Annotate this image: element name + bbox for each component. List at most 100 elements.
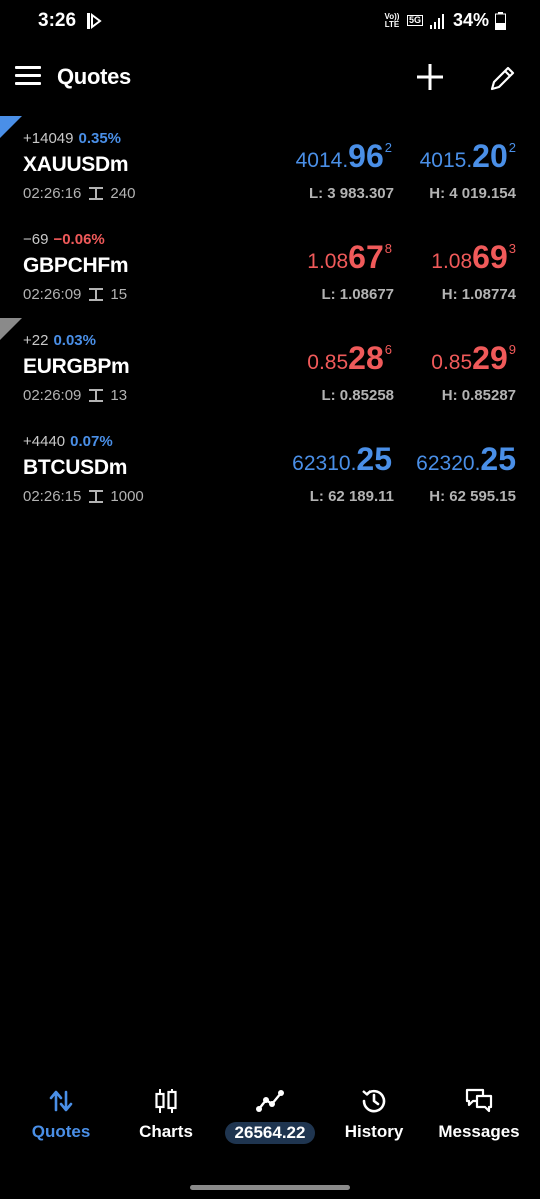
selection-marker xyxy=(0,318,22,340)
ask-price: 0.85299 xyxy=(431,340,516,377)
bid-price-pips: 25 xyxy=(356,441,392,477)
nav-history-label: History xyxy=(344,1122,404,1141)
quote-time: 02:26:09 xyxy=(23,387,82,404)
media-notification-icon xyxy=(87,13,102,29)
ask-price: 62320.25 xyxy=(416,441,516,478)
quote-row-xauusdm[interactable]: +14049 0.35% XAUUSDm 02:26:16 240 4014.96… xyxy=(0,116,540,217)
nav-charts[interactable]: Charts xyxy=(112,1078,220,1158)
change-points: +22 xyxy=(23,332,49,349)
spread-icon xyxy=(89,187,104,200)
quote-meta: 02:26:09 15 xyxy=(23,286,127,303)
quote-meta: 02:26:16 240 xyxy=(23,185,135,202)
network-5g-indicator: 5G xyxy=(406,15,423,26)
quotes-arrows-icon xyxy=(49,1090,73,1112)
low-price: L: 62 189.11 xyxy=(309,488,394,505)
spread-value: 1000 xyxy=(110,488,144,505)
nav-history[interactable]: History xyxy=(320,1078,428,1158)
nav-charts-label: Charts xyxy=(139,1122,193,1141)
history-clock-icon xyxy=(362,1089,386,1113)
edit-icon[interactable] xyxy=(487,62,519,94)
low-price: L: 0.85258 xyxy=(321,387,394,404)
selection-marker xyxy=(0,116,22,138)
bid-price-pips: 67 xyxy=(348,239,384,275)
app-header: Quotes xyxy=(0,50,540,106)
bottom-navigation: Quotes Charts 26564.22 History Messages xyxy=(0,1078,540,1158)
home-indicator[interactable] xyxy=(190,1185,350,1190)
change-percent: −0.06% xyxy=(53,231,105,248)
bid-price-prefix: 0.85 xyxy=(307,351,349,374)
ask-price-prefix: 1.08 xyxy=(431,250,473,273)
quotes-list: +14049 0.35% XAUUSDm 02:26:16 240 4014.96… xyxy=(0,116,540,520)
spread-value: 15 xyxy=(110,286,128,303)
spread-icon xyxy=(89,490,104,503)
change-points: −69 xyxy=(23,231,49,248)
bid-price-fraction: 2 xyxy=(384,140,392,155)
quote-meta: 02:26:15 1000 xyxy=(23,488,144,505)
ask-price: 1.08693 xyxy=(431,239,516,276)
bid-price-prefix: 1.08 xyxy=(307,250,349,273)
bid-price-fraction: 6 xyxy=(384,342,392,357)
bid-price: 62310.25 xyxy=(292,441,392,478)
change-line: +4440 0.07% xyxy=(23,433,113,450)
quote-row-eurgbpm[interactable]: +22 0.03% EURGBPm 02:26:09 13 0.85286 0.8… xyxy=(0,318,540,419)
ask-price-fraction: 3 xyxy=(508,241,516,256)
page-title: Quotes xyxy=(57,64,131,89)
bid-price-prefix: 62310. xyxy=(292,452,357,475)
ask-price-pips: 69 xyxy=(472,239,508,275)
ask-price-prefix: 0.85 xyxy=(431,351,473,374)
symbol-name: XAUUSDm xyxy=(23,153,129,176)
ask-price-fraction: 9 xyxy=(508,342,516,357)
change-percent: 0.35% xyxy=(78,130,122,147)
quote-row-gbpchfm[interactable]: −69 −0.06% GBPCHFm 02:26:09 15 1.08678 1.… xyxy=(0,217,540,318)
volte-indicator: Vo)) LTE xyxy=(384,11,400,29)
bid-price: 0.85286 xyxy=(307,340,392,377)
bid-price-pips: 96 xyxy=(348,138,384,174)
quote-time: 02:26:15 xyxy=(23,488,82,505)
bid-price-pips: 28 xyxy=(348,340,384,376)
spread-icon xyxy=(89,288,104,301)
signal-icon xyxy=(429,13,444,29)
bid-price: 4014.962 xyxy=(296,138,392,175)
symbol-name: BTCUSDm xyxy=(23,456,128,479)
change-line: +22 0.03% xyxy=(23,332,96,349)
high-price: H: 1.08774 xyxy=(441,286,516,303)
ask-price: 4015.202 xyxy=(420,138,516,175)
quote-time: 02:26:09 xyxy=(23,286,82,303)
nav-trade[interactable]: 26564.22 xyxy=(216,1078,324,1158)
symbol-name: EURGBPm xyxy=(23,355,130,378)
high-price: H: 0.85287 xyxy=(441,387,516,404)
change-line: +14049 0.35% xyxy=(23,130,121,147)
add-icon[interactable] xyxy=(414,61,446,93)
change-points: +4440 xyxy=(23,433,66,450)
nav-quotes[interactable]: Quotes xyxy=(7,1078,115,1158)
battery-icon xyxy=(495,11,506,30)
nav-messages-label: Messages xyxy=(438,1122,520,1141)
menu-icon[interactable] xyxy=(15,66,41,88)
symbol-name: GBPCHFm xyxy=(23,254,129,277)
bid-price-fraction: 8 xyxy=(384,241,392,256)
quote-time: 02:26:16 xyxy=(23,185,82,202)
spread-value: 13 xyxy=(110,387,128,404)
change-percent: 0.03% xyxy=(53,332,96,349)
status-time: 3:26 xyxy=(38,10,77,31)
high-price: H: 4 019.154 xyxy=(429,185,516,202)
battery-percent: 34% xyxy=(452,10,489,30)
status-indicators: Vo)) LTE 5G 34% xyxy=(383,10,506,31)
ask-price-pips: 20 xyxy=(472,138,508,174)
change-line: −69 −0.06% xyxy=(23,231,105,248)
quote-meta: 02:26:09 13 xyxy=(23,387,127,404)
low-price: L: 1.08677 xyxy=(321,286,394,303)
ask-price-prefix: 62320. xyxy=(416,452,481,475)
ask-price-prefix: 4015. xyxy=(419,149,473,172)
quote-row-btcusdm[interactable]: +4440 0.07% BTCUSDm 02:26:15 1000 62310.2… xyxy=(0,419,540,520)
change-points: +14049 xyxy=(23,130,74,147)
nav-quotes-label: Quotes xyxy=(31,1122,91,1141)
balance-badge: 26564.22 xyxy=(224,1122,316,1144)
low-price: L: 3 983.307 xyxy=(308,185,394,202)
status-bar: 3:26 Vo)) LTE 5G 34% xyxy=(0,0,540,44)
spread-icon xyxy=(89,389,104,402)
ask-price-pips: 25 xyxy=(480,441,516,477)
candlestick-chart-icon xyxy=(155,1089,177,1113)
change-percent: 0.07% xyxy=(70,433,113,450)
nav-messages[interactable]: Messages xyxy=(425,1078,533,1158)
